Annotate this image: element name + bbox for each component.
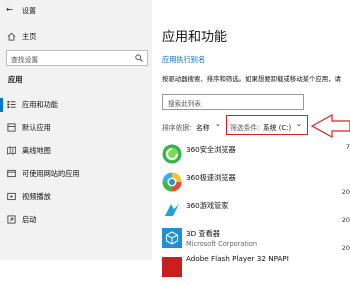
sort-label: 排序依据: bbox=[162, 124, 192, 132]
nav-item-label: 可使用网站的应用 bbox=[22, 169, 80, 178]
filter-label: 筛选条件: bbox=[230, 124, 260, 132]
nav-section-heading: 应用 bbox=[8, 75, 23, 84]
nav-item-label: 应用和功能 bbox=[22, 100, 58, 109]
app-row[interactable]: Adobe Flash Player 32 NPAPI bbox=[152, 251, 350, 285]
nav-item-default-apps[interactable]: 默认应用 bbox=[0, 117, 152, 139]
nav-item-label: 默认应用 bbox=[22, 123, 51, 132]
app-alias-link[interactable]: 应用执行别名 bbox=[162, 55, 205, 65]
app-size: 7 bbox=[345, 143, 350, 151]
filter-value: 系统 (C:) bbox=[263, 124, 292, 132]
app-name: 3D 查看器 bbox=[186, 229, 220, 238]
list-search-placeholder: 搜索此列表 bbox=[168, 100, 201, 108]
nav-item-apps-for-websites[interactable]: 可使用网站的应用 bbox=[0, 163, 152, 185]
window-title: 设置 bbox=[22, 7, 36, 15]
nav-home[interactable]: 主页 bbox=[0, 26, 152, 48]
back-icon[interactable]: ← bbox=[6, 5, 13, 14]
360-browser-icon bbox=[162, 144, 182, 164]
apps-list-icon bbox=[7, 100, 16, 109]
search-icon[interactable] bbox=[135, 54, 143, 62]
apps-features-page: 应用和功能 应用执行别名 按驱动器搜索、排序和筛选。如果想要卸载或移动某个应用，… bbox=[152, 0, 350, 277]
page-description: 按驱动器搜索、排序和筛选。如果想要卸载或移动某个应用，请 bbox=[162, 75, 341, 83]
app-name: 360极速浏览器 bbox=[186, 173, 236, 182]
nav-item-startup[interactable]: 启动 bbox=[0, 209, 152, 231]
video-icon bbox=[7, 192, 16, 201]
flash-player-icon bbox=[162, 257, 182, 277]
3d-viewer-icon bbox=[162, 228, 182, 248]
default-apps-icon bbox=[7, 123, 16, 132]
filter-dropdown[interactable]: 筛选条件: 系统 (C:) ⌄ bbox=[230, 120, 304, 132]
chevron-down-icon: ⌄ bbox=[296, 120, 302, 128]
list-search-input[interactable]: 搜索此列表 bbox=[162, 94, 304, 110]
app-name: Adobe Flash Player 32 NPAPI bbox=[186, 254, 289, 263]
nav-item-label: 视频播放 bbox=[22, 192, 51, 201]
page-title: 应用和功能 bbox=[162, 30, 228, 45]
nav-item-label: 离线地图 bbox=[22, 146, 51, 155]
selected-indicator bbox=[0, 98, 3, 112]
app-publisher: Microsoft Corporation bbox=[186, 240, 258, 248]
home-icon bbox=[7, 32, 16, 41]
nav-item-video-playback[interactable]: 视频播放 bbox=[0, 186, 152, 208]
website-apps-icon bbox=[7, 169, 16, 178]
nav-item-apps-features[interactable]: 应用和功能 bbox=[0, 94, 152, 116]
sort-dropdown[interactable]: 名称 ⌄ bbox=[196, 120, 224, 132]
nav-item-offline-maps[interactable]: 离线地图 bbox=[0, 140, 152, 162]
360-game-manager-icon bbox=[162, 200, 182, 220]
360-speed-browser-icon bbox=[162, 172, 182, 192]
map-icon bbox=[7, 146, 16, 155]
startup-icon bbox=[7, 215, 16, 224]
settings-search-input[interactable]: 查找设置 bbox=[6, 50, 148, 66]
chevron-down-icon: ⌄ bbox=[215, 120, 221, 128]
settings-search-placeholder: 查找设置 bbox=[11, 56, 39, 64]
sort-value: 名称 bbox=[196, 124, 210, 132]
settings-sidebar: ← 设置 主页 查找设置 应用 应用和功能 默认应用 离线地图 可使用网站的应用… bbox=[0, 0, 152, 260]
nav-home-label: 主页 bbox=[22, 32, 37, 41]
app-name: 360游戏管家 bbox=[186, 201, 229, 210]
app-name: 360安全浏览器 bbox=[186, 145, 236, 154]
nav-item-label: 启动 bbox=[22, 215, 37, 224]
